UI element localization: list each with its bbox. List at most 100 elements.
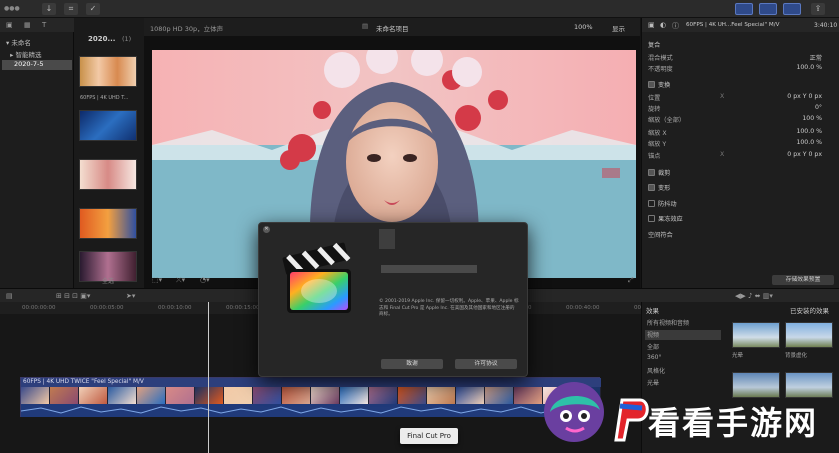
inspector-row: 旋转 0° (648, 104, 834, 114)
library-icon[interactable]: ▣ (6, 21, 13, 29)
timeline-clip[interactable]: 60FPS | 4K UHD TWICE "Feel Special" M/V (20, 377, 602, 417)
ruler-mark: 00:00:15:00 (226, 305, 260, 311)
library-item-2[interactable]: 2020-7-5 (2, 60, 72, 70)
filmstrip-frame (137, 387, 166, 404)
effects-category[interactable]: 视频 (645, 330, 721, 340)
inspector-row-label: 不透明度 (648, 66, 673, 73)
section-checkbox[interactable] (648, 81, 655, 88)
filmstrip-frame (195, 387, 224, 404)
watermark-mascot-icon (544, 382, 604, 442)
effects-category[interactable]: 360° (645, 354, 721, 364)
site-watermark: 看看手游网 (536, 372, 839, 453)
filmstrip-frame (282, 387, 311, 404)
license-button[interactable]: 许可协议 (455, 359, 517, 369)
effect-thumbnail[interactable] (785, 322, 833, 348)
photos-icon[interactable]: ▦ (24, 21, 31, 29)
background-tasks-button[interactable]: ✓ (86, 3, 100, 15)
inspector-row-label: 空间符合 (648, 232, 673, 239)
inspector-row-label: 位置 (648, 95, 661, 102)
inspector-row[interactable]: 复合 (648, 40, 834, 50)
enhance-tool-icon[interactable]: ⤫▾ (176, 276, 185, 285)
layout-inspector-toggle[interactable] (783, 3, 801, 15)
filmstrip-frame (311, 387, 340, 404)
acknowledgments-button[interactable]: 致谢 (381, 359, 443, 369)
inspector-row: 缩放 Y 100.0 % (648, 139, 834, 149)
titles-icon[interactable]: T (42, 21, 46, 29)
info-inspector-icon[interactable]: ⓘ (672, 21, 679, 31)
zoom-select[interactable]: 100% (574, 23, 593, 31)
playhead[interactable] (208, 302, 209, 453)
section-checkbox[interactable] (648, 169, 655, 176)
effect-thumbnail-label: 光晕 (732, 353, 744, 359)
inspector-row-value[interactable]: 100.0 % (796, 139, 822, 146)
video-inspector-icon[interactable]: ▣ (648, 21, 655, 29)
inspector-row-value[interactable]: 100 % (802, 115, 822, 122)
clip-thumbnail[interactable] (79, 208, 137, 239)
clip-thumbnail[interactable] (79, 110, 137, 141)
inspector-row-label: 缩放 Y (648, 141, 667, 148)
watermark-p-logo-icon (614, 398, 649, 442)
select-tool-icon[interactable]: ➤▾ (126, 292, 135, 300)
layout-libraries-toggle[interactable] (735, 3, 753, 15)
view-menu[interactable]: 显示 (612, 23, 625, 33)
inspector-row-value[interactable]: 0 px Y 0 px (787, 151, 822, 158)
snapping-icons[interactable]: ◀▶ ♪ ⬌ ▥▾ (735, 292, 773, 300)
filmstrip-frame (21, 387, 50, 404)
inspector-row-value[interactable]: 100.0 % (796, 64, 822, 71)
library-item-0[interactable]: ▾ 未命名 (6, 37, 31, 47)
share-button[interactable]: ⇪ (811, 3, 825, 15)
library-item-label: 2020-7-5 (14, 60, 44, 68)
section-checkbox[interactable] (648, 215, 655, 222)
effects-category[interactable]: 全部 (645, 342, 721, 352)
ruler-mark: 00:00:10:00 (158, 305, 192, 311)
keywords-button[interactable]: ⌗ (64, 3, 78, 15)
watermark-text: 看看手游网 (647, 403, 819, 443)
filmstrip-frame (224, 387, 253, 404)
ruler-mark: 00:00:00:00 (22, 305, 56, 311)
inspector-row-value[interactable]: 100.0 % (796, 128, 822, 135)
inspector-row-label: 旋转 (648, 106, 661, 113)
inspector-row-label: 变形 (658, 185, 671, 192)
layout-timeline-toggle[interactable] (759, 3, 777, 15)
import-media-button[interactable]: ↓ (42, 3, 56, 15)
window-controls[interactable]: ●●● (4, 5, 34, 13)
clip-caption: 60FPS | 4K UHD T... (80, 95, 129, 101)
edit-tools[interactable]: ⊞ ⊟ ⊡ ▣▾ (56, 292, 90, 300)
retime-tool-icon[interactable]: ◔▾ (200, 276, 210, 284)
inspector-row-value[interactable]: 0° (815, 104, 822, 111)
inspector-row[interactable]: 裁剪 (648, 168, 834, 178)
color-inspector-icon[interactable]: ◐ (660, 21, 666, 29)
library-item-1[interactable]: ▸ 智能精选 (6, 49, 41, 59)
inspector-row-label: 裁剪 (658, 170, 671, 177)
clip-thumbnail[interactable] (79, 159, 137, 190)
filmstrip-frame (253, 387, 282, 404)
inspector-row[interactable]: 防抖动 (648, 199, 834, 209)
clip-audio-waveform (20, 404, 602, 417)
save-preset-button[interactable]: 存储效果预置 (772, 275, 834, 285)
fullscreen-icon[interactable]: ⤢ (628, 276, 634, 285)
effects-category[interactable]: 所有视频和音频 (645, 318, 721, 328)
section-checkbox[interactable] (648, 184, 655, 191)
effect-thumbnail[interactable] (732, 322, 780, 348)
clip-thumbnail[interactable] (79, 56, 137, 87)
filmstrip-frame (369, 387, 398, 404)
section-checkbox[interactable] (648, 200, 655, 207)
inspector-row-value[interactable]: 正常 (810, 53, 822, 62)
filmstrip-frame (79, 387, 108, 404)
browser-count: (1) (122, 35, 132, 43)
inspector-row: 位置 X 0 px Y 0 px (648, 93, 834, 103)
index-button[interactable]: ▤ (6, 292, 13, 300)
filmstrip-frame (427, 387, 456, 404)
inspector-row[interactable]: 变换 (648, 80, 834, 90)
ruler-mark: 00:00:40:00 (566, 305, 600, 311)
inspector-row[interactable]: 空间符合 (648, 230, 834, 240)
inspector-row[interactable]: 变形 (648, 183, 834, 193)
inspector-row-axis: X (720, 93, 725, 100)
inspector-row-value[interactable]: 0 px Y 0 px (787, 93, 822, 100)
inspector-row[interactable]: 果冻效应 (648, 214, 834, 224)
clip-filmstrip (21, 387, 601, 404)
version-redacted (381, 265, 477, 273)
transform-tool-icon[interactable]: ⬚▾ (152, 276, 162, 284)
close-icon[interactable]: ✕ (263, 226, 270, 233)
installed-effects-label: 已安装的效果 (790, 307, 829, 315)
